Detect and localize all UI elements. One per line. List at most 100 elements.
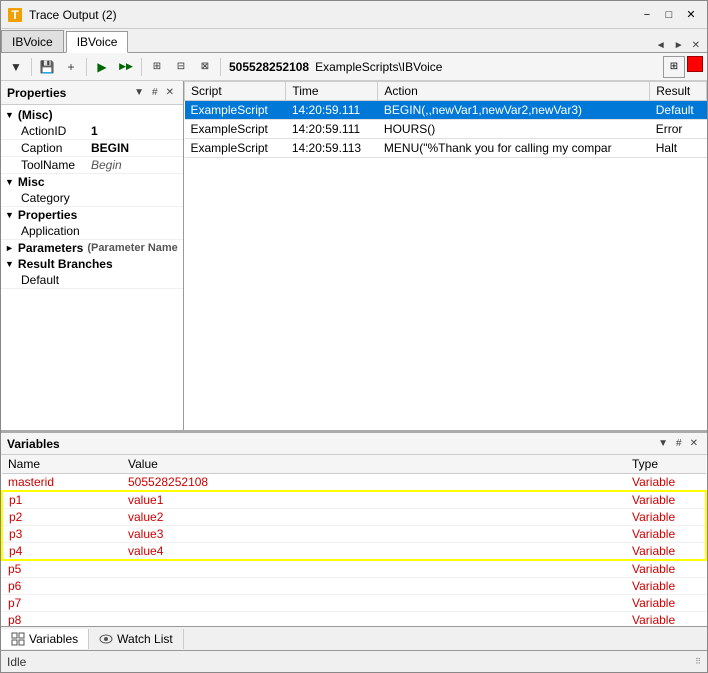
variables-pin-btn[interactable]: # bbox=[673, 438, 685, 449]
variables-table-wrapper[interactable]: Name Value Type masterid505528252108Vari… bbox=[1, 455, 707, 626]
properties-dropdown-btn[interactable]: ▼ bbox=[131, 87, 147, 98]
prop-name-application: Application bbox=[21, 224, 91, 238]
toolbar-grid2-btn[interactable]: ⊟ bbox=[170, 56, 192, 78]
title-bar-controls: − □ ✕ bbox=[637, 5, 701, 25]
prop-row-application: Application bbox=[1, 223, 183, 240]
toolbar-grid-icon-btn[interactable]: ⊞ bbox=[663, 56, 685, 78]
toolbar-right-buttons: ⊞ bbox=[663, 56, 703, 78]
prop-row-actionid: ActionID 1 bbox=[1, 123, 183, 140]
col-result[interactable]: Result bbox=[650, 82, 707, 101]
toolbar-divider-3 bbox=[141, 58, 142, 76]
var-cell-name: p7 bbox=[2, 595, 122, 612]
var-cell-type: Variable bbox=[626, 560, 706, 578]
variables-dropdown-btn[interactable]: ▼ bbox=[655, 438, 671, 449]
var-cell-value bbox=[122, 595, 626, 612]
top-panels: Properties ▼ # ✕ ▼ (Misc) ActionID bbox=[1, 81, 707, 430]
misc2-arrow: ▼ bbox=[5, 177, 14, 187]
var-cell-type: Variable bbox=[626, 474, 706, 492]
tab-nav-left[interactable]: ◄ bbox=[653, 39, 669, 52]
variable-row[interactable]: masterid505528252108Variable bbox=[2, 474, 706, 492]
prop-group-properties[interactable]: ▼ Properties bbox=[1, 207, 183, 223]
toolbar-grid1-btn[interactable]: ⊞ bbox=[146, 56, 168, 78]
minimize-button[interactable]: − bbox=[637, 5, 657, 25]
prop-group-misc2[interactable]: ▼ Misc bbox=[1, 174, 183, 190]
col-action[interactable]: Action bbox=[378, 82, 650, 101]
trace-panel: Script Time Action Result ExampleScript1… bbox=[184, 81, 707, 430]
bottom-tab-watchlist[interactable]: Watch List bbox=[89, 629, 184, 649]
var-cell-name: masterid bbox=[2, 474, 122, 492]
trace-row[interactable]: ExampleScript14:20:59.113MENU("%Thank yo… bbox=[185, 139, 707, 158]
window-title: Trace Output (2) bbox=[29, 8, 117, 22]
title-bar: T Trace Output (2) − □ ✕ bbox=[1, 1, 707, 29]
trace-cell-action: HOURS() bbox=[378, 120, 650, 139]
trace-row[interactable]: ExampleScript14:20:59.111HOURS()Error bbox=[185, 120, 707, 139]
tab-ibvoice-1[interactable]: IBVoice bbox=[1, 30, 64, 52]
var-cell-name: p2 bbox=[2, 509, 122, 526]
properties-arrow: ▼ bbox=[5, 210, 14, 220]
prop-group-parameters[interactable]: ► Parameters (Parameter Name bbox=[1, 240, 183, 256]
prop-name-default: Default bbox=[21, 273, 91, 287]
bottom-tab-variables[interactable]: Variables bbox=[1, 629, 89, 649]
tab-nav-right[interactable]: ► bbox=[671, 39, 687, 52]
toolbar: ▼ 💾 + ▶ ▶▶ ⊞ ⊟ ⊠ 505528252108 ExampleScr… bbox=[1, 53, 707, 81]
app-icon: T bbox=[7, 7, 23, 23]
bottom-tab-variables-label: Variables bbox=[29, 632, 78, 646]
variable-row[interactable]: p8Variable bbox=[2, 612, 706, 627]
col-time[interactable]: Time bbox=[286, 82, 378, 101]
maximize-button[interactable]: □ bbox=[659, 5, 679, 25]
toolbar-save-btn[interactable]: 💾 bbox=[36, 56, 58, 78]
toolbar-red-stop-btn[interactable] bbox=[687, 56, 703, 72]
var-col-value[interactable]: Value bbox=[122, 455, 626, 474]
var-cell-name: p3 bbox=[2, 526, 122, 543]
prop-group-result-branches[interactable]: ▼ Result Branches bbox=[1, 256, 183, 272]
col-script[interactable]: Script bbox=[185, 82, 286, 101]
var-cell-type: Variable bbox=[626, 543, 706, 561]
var-cell-name: p8 bbox=[2, 612, 122, 627]
variables-section: Variables ▼ # ✕ Name Value Type bbox=[1, 430, 707, 650]
toolbar-dropdown-btn[interactable]: ▼ bbox=[5, 56, 27, 78]
trace-cell-result: Halt bbox=[650, 139, 707, 158]
tab-ibvoice-2[interactable]: IBVoice bbox=[66, 31, 129, 53]
trace-cell-script: ExampleScript bbox=[185, 101, 286, 120]
var-cell-value: value3 bbox=[122, 526, 626, 543]
prop-name-actionid: ActionID bbox=[21, 124, 91, 138]
variable-row[interactable]: p4value4Variable bbox=[2, 543, 706, 561]
prop-value-actionid: 1 bbox=[91, 124, 98, 138]
prop-name-toolname: ToolName bbox=[21, 158, 91, 172]
var-cell-value: 505528252108 bbox=[122, 474, 626, 492]
variable-row[interactable]: p5Variable bbox=[2, 560, 706, 578]
bottom-tab-bar: Variables Watch List bbox=[1, 626, 707, 650]
prop-group-misc[interactable]: ▼ (Misc) bbox=[1, 107, 183, 123]
status-text: Idle bbox=[7, 655, 26, 669]
variable-row[interactable]: p6 Variable bbox=[2, 578, 706, 595]
toolbar-play-btn[interactable]: ▶ bbox=[91, 56, 113, 78]
trace-table-wrapper[interactable]: Script Time Action Result ExampleScript1… bbox=[184, 81, 707, 430]
trace-cell-result: Default bbox=[650, 101, 707, 120]
trace-row[interactable]: ExampleScript14:20:59.111BEGIN(,,newVar1… bbox=[185, 101, 707, 120]
variable-row[interactable]: p1value1Variable bbox=[2, 491, 706, 509]
variable-row[interactable]: p3value3Variable bbox=[2, 526, 706, 543]
toolbar-divider-2 bbox=[86, 58, 87, 76]
variables-close-btn[interactable]: ✕ bbox=[687, 438, 701, 449]
grid-icon bbox=[11, 632, 25, 646]
parameters-value: (Parameter Name bbox=[87, 242, 178, 254]
var-cell-type: Variable bbox=[626, 578, 706, 595]
variable-row[interactable]: p7Variable bbox=[2, 595, 706, 612]
variable-row[interactable]: p2value2Variable bbox=[2, 509, 706, 526]
toolbar-add-btn[interactable]: + bbox=[60, 56, 82, 78]
close-button[interactable]: ✕ bbox=[681, 5, 701, 25]
properties-close-btn[interactable]: ✕ bbox=[163, 87, 177, 98]
properties-pin-btn[interactable]: # bbox=[149, 87, 161, 98]
tab-nav-close[interactable]: ✕ bbox=[689, 39, 703, 52]
var-col-name[interactable]: Name bbox=[2, 455, 122, 474]
var-col-type[interactable]: Type bbox=[626, 455, 706, 474]
toolbar-play2-btn[interactable]: ▶▶ bbox=[115, 56, 137, 78]
variables-title: Variables bbox=[7, 437, 60, 451]
content-area: Properties ▼ # ✕ ▼ (Misc) ActionID bbox=[1, 81, 707, 672]
toolbar-grid3-btn[interactable]: ⊠ bbox=[194, 56, 216, 78]
eye-icon bbox=[99, 632, 113, 646]
variables-header-buttons: ▼ # ✕ bbox=[655, 438, 701, 449]
var-cell-name: p6 bbox=[2, 578, 122, 595]
var-cell-type: Variable bbox=[626, 491, 706, 509]
toolbar-path: ExampleScripts\IBVoice bbox=[315, 60, 442, 74]
